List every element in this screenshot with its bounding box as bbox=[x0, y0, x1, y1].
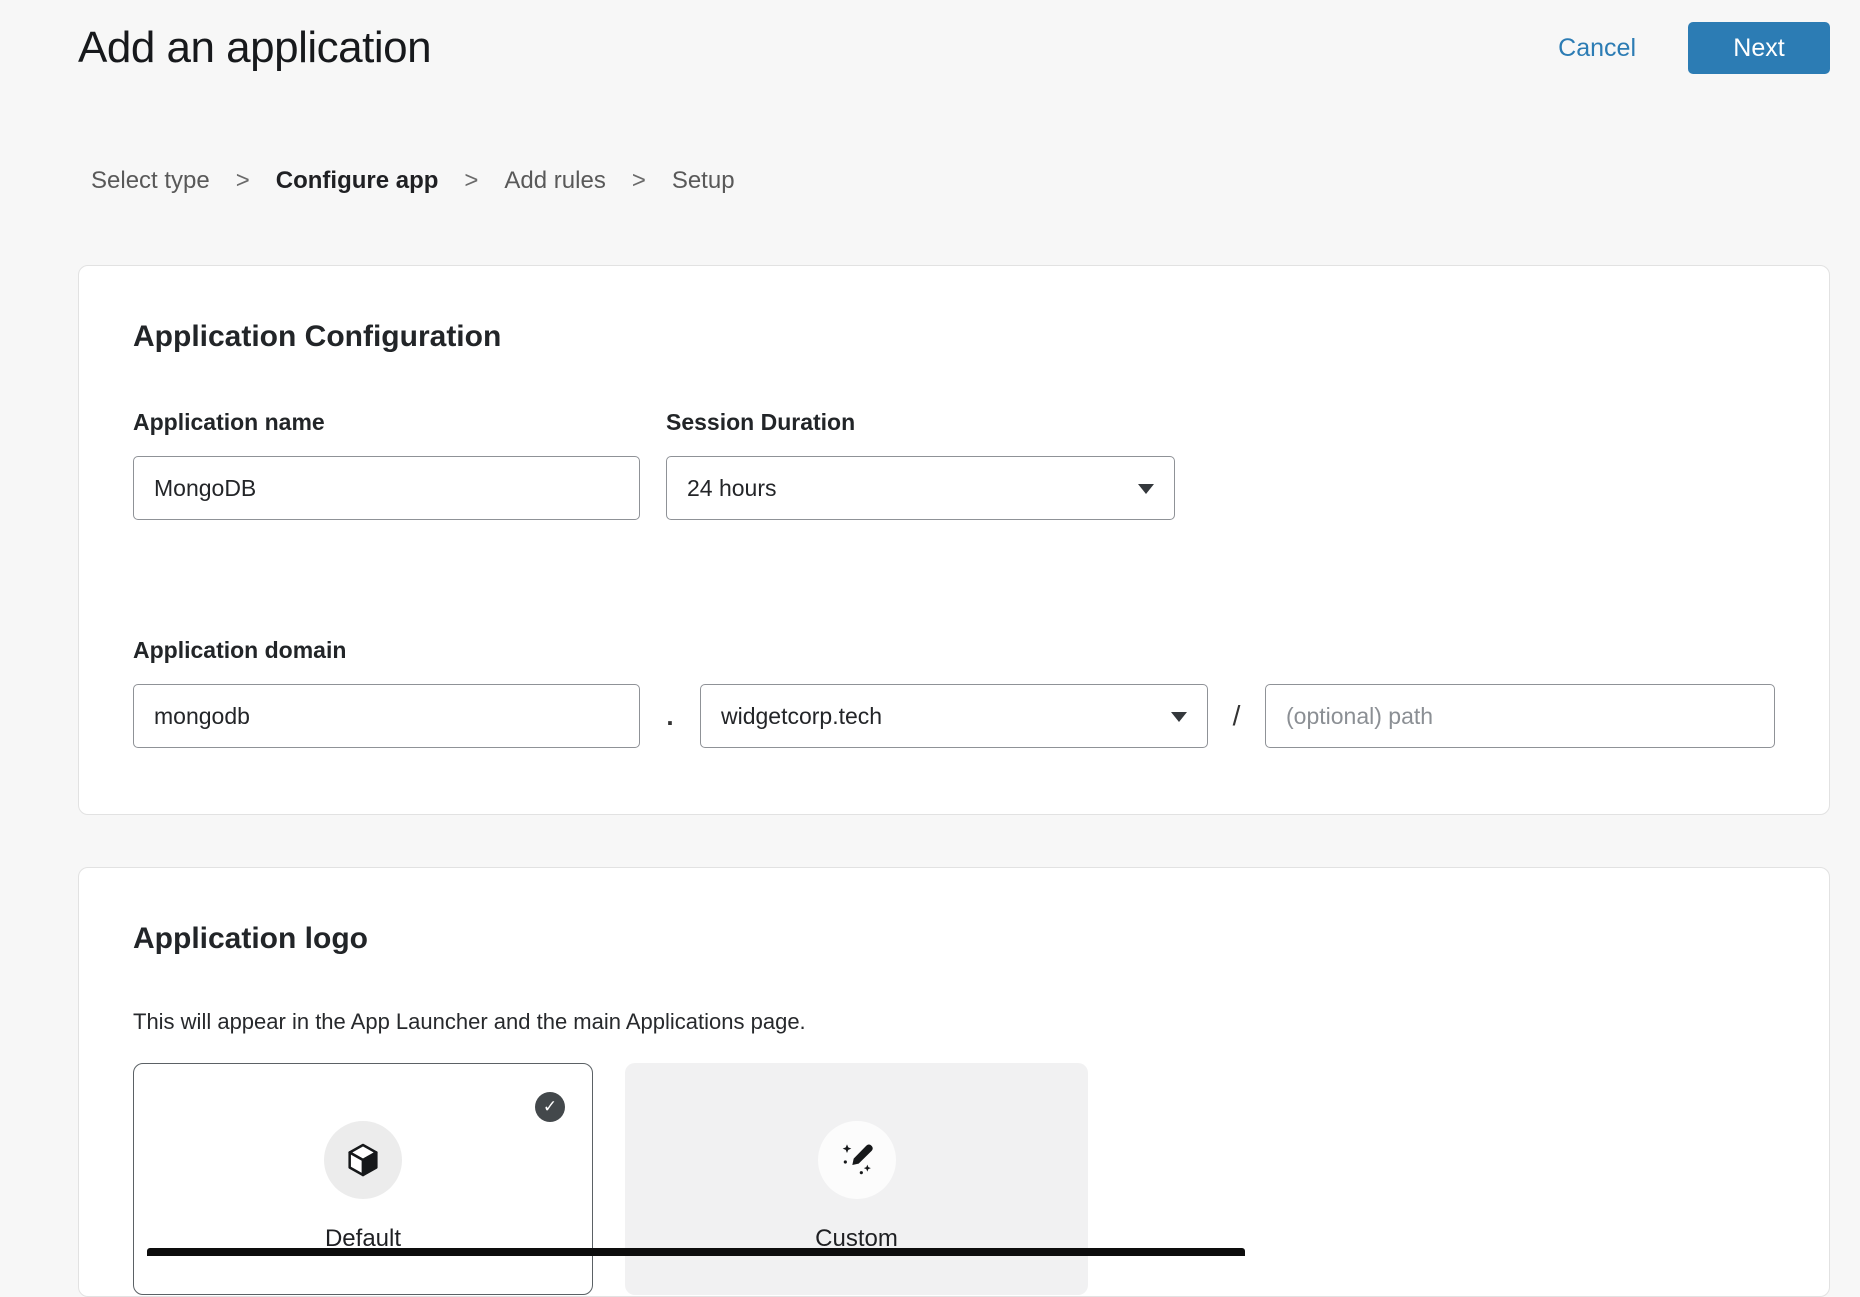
step-separator: > bbox=[236, 167, 250, 195]
chevron-down-icon bbox=[1138, 484, 1154, 494]
session-duration-select[interactable]: 24 hours bbox=[666, 456, 1175, 520]
check-icon: ✓ bbox=[543, 1097, 557, 1117]
step-configure-app[interactable]: Configure app bbox=[276, 167, 439, 195]
application-logo-card: Application logo This will appear in the… bbox=[78, 867, 1830, 1297]
application-logo-description: This will appear in the App Launcher and… bbox=[133, 1008, 1775, 1036]
slash-separator: / bbox=[1208, 700, 1265, 732]
application-configuration-heading: Application Configuration bbox=[133, 320, 1775, 354]
domain-select[interactable]: widgetcorp.tech bbox=[700, 684, 1208, 748]
application-domain-section: Application domain . widgetcorp.tech / bbox=[133, 637, 1775, 748]
step-separator: > bbox=[632, 167, 646, 195]
subdomain-input[interactable] bbox=[133, 684, 640, 748]
application-domain-row: . widgetcorp.tech / bbox=[133, 684, 1775, 748]
step-add-rules[interactable]: Add rules bbox=[504, 167, 605, 195]
domain-select-value: widgetcorp.tech bbox=[721, 703, 882, 730]
path-input[interactable] bbox=[1265, 684, 1775, 748]
cube-icon bbox=[343, 1140, 383, 1180]
session-duration-value: 24 hours bbox=[687, 475, 777, 502]
default-logo-circle bbox=[324, 1121, 402, 1199]
custom-logo-circle bbox=[818, 1121, 896, 1199]
bottom-edge-strip bbox=[147, 1248, 1245, 1256]
session-duration-label: Session Duration bbox=[666, 409, 1175, 436]
step-setup[interactable]: Setup bbox=[672, 167, 735, 195]
header-actions: Cancel Next bbox=[1552, 22, 1830, 74]
step-separator: > bbox=[464, 167, 478, 195]
paintbrush-icon bbox=[837, 1140, 877, 1180]
page-header: Add an application Cancel Next bbox=[0, 0, 1860, 74]
application-name-label: Application name bbox=[133, 409, 640, 436]
logo-option-default[interactable]: ✓ Default bbox=[133, 1063, 593, 1295]
application-logo-heading: Application logo bbox=[133, 922, 1775, 956]
application-domain-label: Application domain bbox=[133, 637, 1775, 664]
cancel-button[interactable]: Cancel bbox=[1552, 33, 1642, 64]
chevron-down-icon bbox=[1171, 712, 1187, 722]
name-session-row: Application name Session Duration 24 hou… bbox=[133, 409, 1775, 520]
application-configuration-card: Application Configuration Application na… bbox=[78, 265, 1830, 815]
step-select-type[interactable]: Select type bbox=[91, 167, 210, 195]
application-name-field: Application name bbox=[133, 409, 640, 520]
application-name-input[interactable] bbox=[133, 456, 640, 520]
next-button[interactable]: Next bbox=[1688, 22, 1830, 74]
selected-check-badge: ✓ bbox=[535, 1092, 565, 1122]
page-title: Add an application bbox=[78, 23, 431, 73]
wizard-steps: Select type > Configure app > Add rules … bbox=[0, 167, 1860, 195]
logo-option-custom[interactable]: Custom bbox=[625, 1063, 1088, 1295]
logo-options: ✓ Default Custom bbox=[133, 1063, 1775, 1295]
dot-separator: . bbox=[640, 701, 700, 732]
session-duration-field: Session Duration 24 hours bbox=[666, 409, 1175, 520]
